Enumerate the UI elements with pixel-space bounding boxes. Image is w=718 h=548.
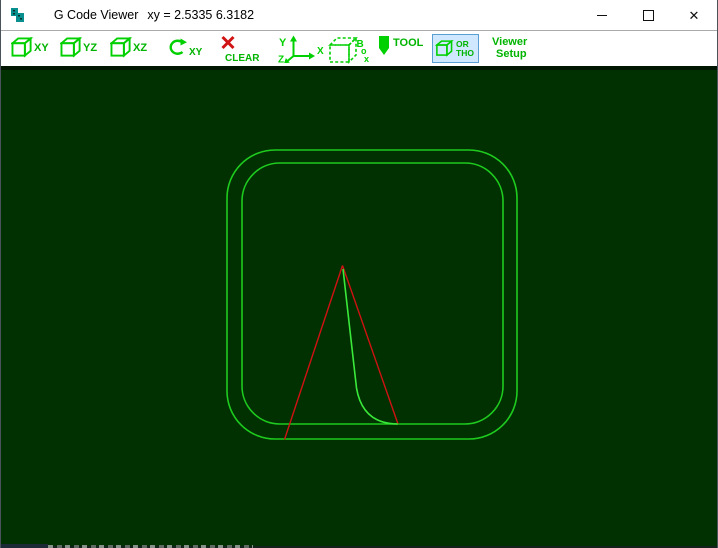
ortho-toggle-button[interactable]: OR THO	[432, 34, 479, 63]
axes-icon: Y X Z	[278, 35, 324, 64]
mouse-coords-readout: xy = 2.5335 6.3182	[147, 8, 255, 22]
toolpath-red-left-line	[283, 265, 344, 440]
view-xz-button[interactable]: XZ	[110, 37, 147, 58]
dashed-box-icon: B o x	[328, 36, 369, 64]
tool-bit-icon	[379, 36, 389, 55]
axis-z-label: Z	[278, 55, 284, 64]
window-title-app: G Code Viewer	[53, 8, 139, 22]
clear-label: CLEAR	[225, 53, 260, 64]
box-label-x: x	[364, 54, 369, 64]
toolbar: XY YZ XZ XY CLEAR Y X Z B o x TOOL OR TH…	[1, 31, 717, 66]
clear-x-icon	[221, 35, 235, 50]
clear-button[interactable]: CLEAR	[220, 35, 259, 64]
view-xz-label: XZ	[133, 41, 148, 54]
rotate-arrow-icon	[169, 38, 187, 55]
bottom-left-artifact	[1, 544, 48, 548]
view-yz-button[interactable]: YZ	[60, 37, 97, 58]
cube-icon	[110, 37, 133, 58]
viewer-setup-button[interactable]: Viewer Setup	[492, 36, 527, 60]
view-yz-label: YZ	[83, 41, 98, 54]
gcode-viewport[interactable]	[1, 66, 717, 548]
rotate-xy-button[interactable]: XY	[167, 38, 202, 58]
axis-y-label: Y	[279, 37, 287, 49]
axis-x-label: X	[317, 46, 324, 57]
rotate-xy-label: XY	[189, 47, 203, 58]
cube-icon	[435, 40, 454, 57]
cube-icon	[60, 37, 83, 58]
ortho-label: OR THO	[456, 39, 474, 58]
close-icon: ✕	[688, 7, 700, 23]
cube-icon	[11, 37, 34, 58]
maximize-icon	[642, 9, 654, 21]
app-icon	[11, 8, 24, 22]
inner-boundary-rounded-rect	[241, 162, 504, 425]
tool-label: TOOL	[393, 37, 424, 49]
box-button[interactable]: B o x	[328, 36, 370, 64]
outer-boundary-rounded-rect	[226, 149, 518, 440]
ortho-label-line2: THO	[456, 47, 474, 58]
viewer-setup-line2: Setup	[496, 48, 527, 60]
gcode-canvas[interactable]	[1, 66, 718, 548]
gcode-viewer-window: G Code Viewer xy = 2.5335 6.3182 ✕ XY YZ…	[0, 0, 718, 548]
window-controls: ✕	[579, 0, 717, 30]
axes-button[interactable]: Y X Z	[277, 35, 325, 63]
minimize-icon	[597, 14, 607, 16]
minimize-button[interactable]	[579, 0, 625, 30]
maximize-button[interactable]	[625, 0, 671, 30]
tool-button[interactable]: TOOL	[377, 35, 423, 57]
view-xy-label: XY	[34, 41, 49, 54]
title-bar: G Code Viewer xy = 2.5335 6.3182 ✕	[1, 0, 717, 31]
viewer-setup-line1: Viewer	[492, 36, 528, 48]
view-xy-button[interactable]: XY	[11, 37, 49, 58]
close-button[interactable]: ✕	[671, 0, 717, 30]
